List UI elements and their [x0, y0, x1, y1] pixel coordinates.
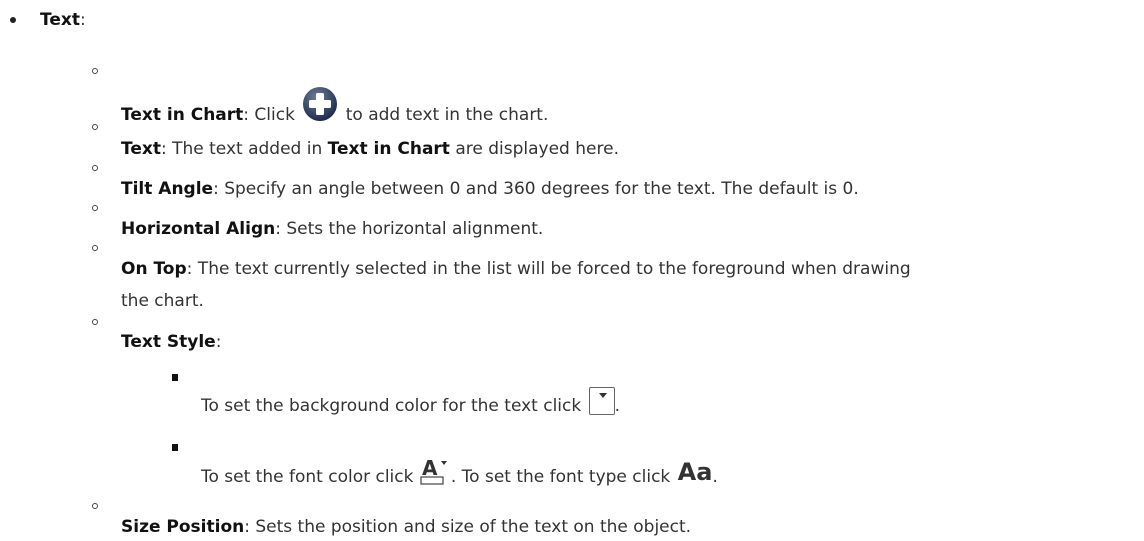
desc-after: .	[614, 396, 621, 416]
font-color-icon: A	[420, 456, 450, 492]
list-item-text: Text: The text added in Text in Chart ar…	[121, 137, 619, 161]
term-text: Text	[121, 139, 161, 159]
term-horizontal-align: Horizontal Align	[121, 219, 276, 239]
list-item-text-in-chart: Text in Chart: Click to add text in the …	[121, 86, 548, 129]
desc-before: : Click	[243, 105, 301, 125]
bullet-circle	[92, 165, 98, 171]
term-text-style: Text Style	[121, 332, 216, 352]
bullet-disc	[10, 17, 16, 23]
desc-after: .	[712, 467, 718, 487]
term-text: Text	[40, 10, 80, 30]
desc-before: To set the background color for the text…	[201, 396, 587, 416]
bullet-circle	[92, 319, 98, 325]
desc-line2: the chart.	[121, 291, 204, 311]
desc-middle: . To set the font type click	[450, 467, 676, 487]
list-item-tilt-angle: Tilt Angle: Specify an angle between 0 a…	[121, 177, 859, 201]
term-on-top: On Top	[121, 259, 187, 279]
bullet-circle	[92, 124, 98, 130]
desc-line1: : The text currently selected in the lis…	[186, 259, 911, 279]
desc-before: : The text added in	[160, 139, 328, 159]
desc-before: To set the font color click	[201, 467, 419, 487]
term-size-position: Size Position	[121, 517, 245, 537]
bullet-square	[172, 374, 178, 381]
desc: : Sets the horizontal alignment.	[275, 219, 544, 239]
list-item-on-top-cont: the chart.	[121, 289, 204, 313]
plus-circle-icon	[302, 86, 338, 129]
term-text-in-chart: Text in Chart	[121, 105, 244, 125]
bullet-square	[172, 444, 178, 451]
desc-after: to add text in the chart.	[340, 105, 549, 125]
document: Text: Text in Chart: Click to add text i…	[0, 0, 1144, 541]
bullet-circle	[92, 503, 98, 509]
list-item-text-style: Text Style:	[121, 330, 221, 354]
term-ref-text-in-chart: Text in Chart	[327, 139, 450, 159]
list-item-font: To set the font color click A . To set t…	[201, 456, 718, 492]
font-type-icon: Aa	[677, 458, 713, 486]
term-tilt-angle: Tilt Angle	[121, 179, 214, 199]
bullet-circle	[92, 68, 98, 74]
dropdown-icon	[588, 387, 615, 415]
list-item-horizontal-align: Horizontal Align: Sets the horizontal al…	[121, 217, 543, 241]
desc-after: are displayed here.	[449, 139, 619, 159]
desc: : Specify an angle between 0 and 360 deg…	[213, 179, 859, 199]
colon: :	[215, 332, 222, 352]
list-item-on-top: On Top: The text currently selected in t…	[121, 257, 911, 281]
list-item-text-top: Text:	[40, 8, 86, 32]
bullet-circle	[92, 245, 98, 251]
list-item-background-color: To set the background color for the text…	[201, 387, 620, 418]
desc: : Sets the position and size of the text…	[244, 517, 692, 537]
colon: :	[79, 10, 86, 30]
bullet-circle	[92, 205, 98, 211]
list-item-size-position: Size Position: Sets the position and siz…	[121, 515, 691, 539]
